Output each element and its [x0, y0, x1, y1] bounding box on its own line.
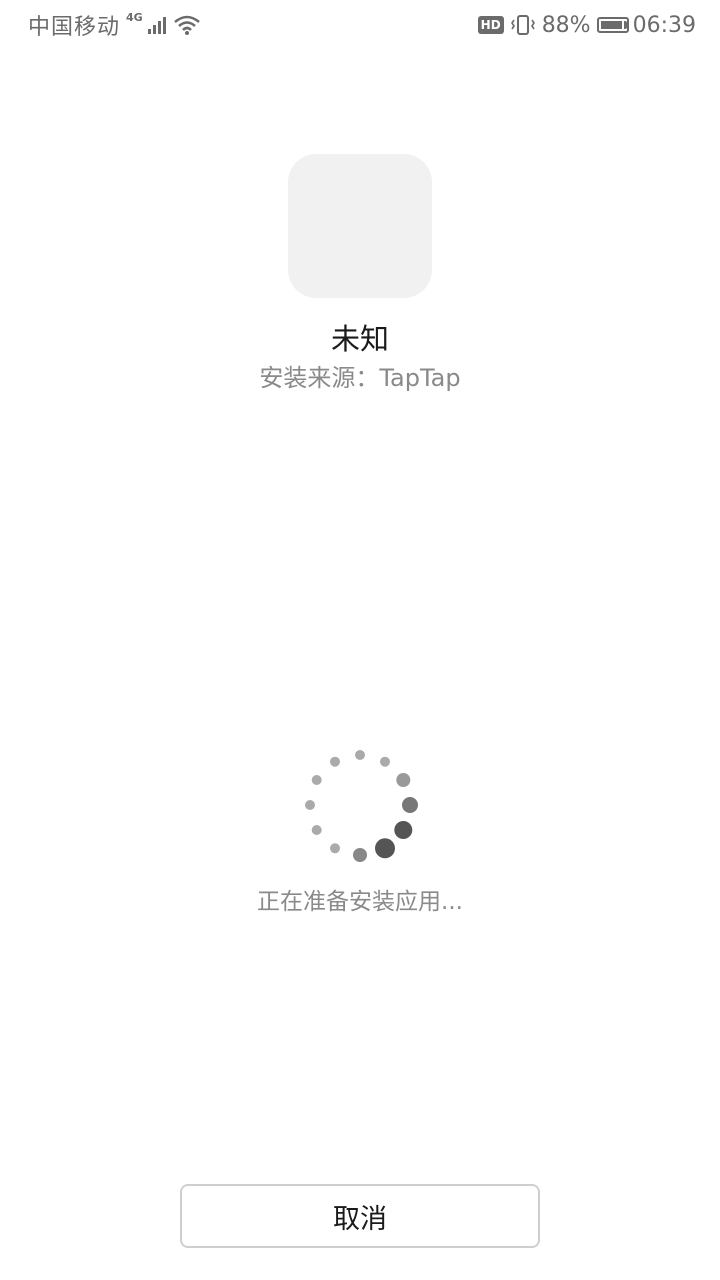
- battery-icon: [596, 17, 629, 33]
- cancel-button[interactable]: 取消: [180, 1184, 540, 1248]
- install-source: 安装来源：TapTap: [259, 364, 461, 392]
- spinner-dot: [402, 797, 418, 813]
- hd-voice-icon: HD: [477, 16, 504, 34]
- spinner-dot: [330, 756, 340, 767]
- status-bar-right: HD 88% 06:39: [477, 10, 696, 40]
- carrier-name: 中国移动: [28, 15, 121, 40]
- clock: 06:39: [632, 12, 696, 38]
- loading-spinner-icon: [305, 750, 418, 862]
- wifi-icon: [173, 15, 200, 35]
- app-name: 未知: [330, 322, 389, 356]
- vibrate-icon: [510, 15, 535, 35]
- battery-percent: 88%: [541, 12, 591, 38]
- spinner-dot: [311, 825, 322, 835]
- battery-body: [596, 17, 629, 33]
- spinner-dot: [311, 775, 322, 785]
- install-screen: 中国移动 4G HD 88% 06:39 未知 安装来源：TapTap 正在准备…: [0, 0, 720, 1280]
- spinner-dot: [355, 750, 365, 760]
- spinner-dot: [380, 756, 390, 767]
- network-type: 4G: [126, 10, 143, 24]
- spinner-dot: [305, 800, 315, 810]
- spinner-dot: [394, 821, 413, 839]
- battery-fill: [600, 21, 622, 29]
- preparing-status-text: 正在准备安装应用...: [257, 889, 463, 915]
- spinner-dot: [375, 838, 395, 859]
- spinner-dot: [353, 848, 367, 862]
- status-bar: 中国移动 4G HD 88% 06:39: [0, 0, 720, 50]
- app-icon-placeholder: [288, 154, 432, 298]
- spinner-dot: [396, 773, 411, 787]
- status-bar-left: 中国移动 4G: [28, 10, 201, 40]
- signal-icon: [147, 17, 166, 34]
- spinner-dot: [330, 843, 340, 854]
